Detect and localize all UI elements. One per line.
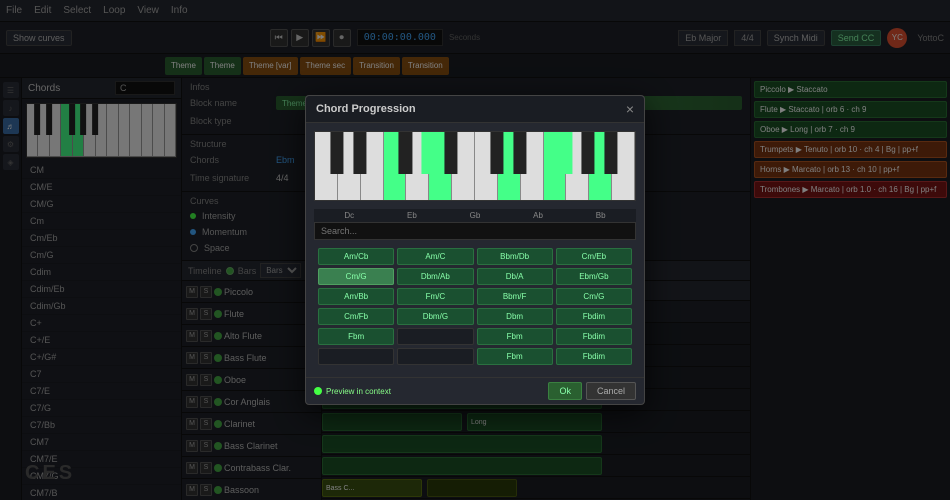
modal-overlay: Chord Progression × Dc Eb Gb Ab Bb Am/Cb… [0, 0, 950, 500]
modal-piano-black-key-8[interactable] [513, 132, 526, 174]
modal-piano-black-key-12[interactable] [605, 132, 618, 174]
modal-grid-cell[interactable]: Cm/G [318, 268, 394, 285]
modal-grid-cell[interactable]: Bbm/Db [477, 248, 553, 265]
modal-grid-cell[interactable] [397, 328, 473, 345]
modal-piano-white-key-0[interactable] [315, 132, 338, 200]
note-ab: Ab [533, 211, 543, 220]
modal-grid-cell[interactable] [318, 348, 394, 365]
modal-grid-cell[interactable]: Cm/Eb [556, 248, 632, 265]
preview-label: Preview in context [326, 387, 391, 396]
modal-grid-cell[interactable]: Cm/Fb [318, 308, 394, 325]
modal-note-labels: Dc Eb Gb Ab Bb [314, 209, 636, 222]
modal-cancel-button[interactable]: Cancel [586, 382, 636, 400]
modal-piano-black-key-11[interactable] [582, 132, 595, 174]
modal-grid-cell[interactable]: Fbm [318, 328, 394, 345]
modal-grid-cell[interactable]: Fbm [477, 348, 553, 365]
modal-ok-button[interactable]: Ok [548, 382, 582, 400]
modal-piano-black-key-7[interactable] [490, 132, 503, 174]
modal-grid-cell[interactable]: Am/C [397, 248, 473, 265]
modal-piano-black-key-3[interactable] [399, 132, 412, 174]
note-dc: Dc [344, 211, 354, 220]
modal-body: Dc Eb Gb Ab Bb Am/CbAm/CBbm/DbCm/EbCm/GD… [306, 123, 644, 377]
modal-grid-cell[interactable]: Fbdim [556, 328, 632, 345]
modal-grid-cell[interactable]: Am/Bb [318, 288, 394, 305]
modal-piano-black-key-1[interactable] [353, 132, 366, 174]
modal-grid-cell[interactable]: Ebm/Gb [556, 268, 632, 285]
modal-grid-cell[interactable]: Dbm [477, 308, 553, 325]
modal-grid-cell[interactable]: Fbm [477, 328, 553, 345]
note-eb: Eb [407, 211, 417, 220]
modal-grid-cell[interactable]: Db/A [477, 268, 553, 285]
modal-title-bar: Chord Progression × [306, 96, 644, 123]
preview-dot [314, 387, 322, 395]
modal-piano-white-key-7[interactable] [475, 132, 498, 200]
modal-title: Chord Progression [316, 103, 416, 115]
modal-footer: Preview in context Ok Cancel [306, 377, 644, 404]
modal-grid-cell[interactable]: Fbdim [556, 308, 632, 325]
modal-actions: Ok Cancel [548, 382, 636, 400]
modal-close-button[interactable]: × [626, 102, 634, 116]
modal-search-input[interactable] [314, 222, 636, 240]
preview-toggle[interactable]: Preview in context [314, 387, 391, 396]
modal-piano-black-key-10[interactable] [559, 132, 572, 174]
modal-piano-black-key-0[interactable] [330, 132, 343, 174]
note-bb: Bb [596, 211, 606, 220]
modal-piano-white-key-3[interactable] [384, 132, 407, 200]
modal-grid-cell[interactable]: Fbdim [556, 348, 632, 365]
modal-grid-cell[interactable]: Dbm/Ab [397, 268, 473, 285]
modal-grid-cell[interactable]: Bbm/F [477, 288, 553, 305]
modal-piano-white-key-10[interactable] [544, 132, 567, 200]
modal-grid-cell[interactable] [397, 348, 473, 365]
modal-piano-black-key-4[interactable] [422, 132, 435, 174]
modal-grid-cell[interactable]: Am/Cb [318, 248, 394, 265]
modal-grid-cell[interactable]: Fm/C [397, 288, 473, 305]
note-gb: Gb [470, 211, 481, 220]
modal-grid: Am/CbAm/CBbm/DbCm/EbCm/GDbm/AbDb/AEbm/Gb… [314, 244, 636, 369]
modal-grid-cell[interactable]: Dbm/G [397, 308, 473, 325]
modal-piano-keys [315, 132, 635, 200]
modal-piano[interactable] [314, 131, 636, 201]
chord-progression-modal: Chord Progression × Dc Eb Gb Ab Bb Am/Cb… [305, 95, 645, 405]
modal-grid-cell[interactable]: Cm/G [556, 288, 632, 305]
modal-piano-black-key-5[interactable] [445, 132, 458, 174]
